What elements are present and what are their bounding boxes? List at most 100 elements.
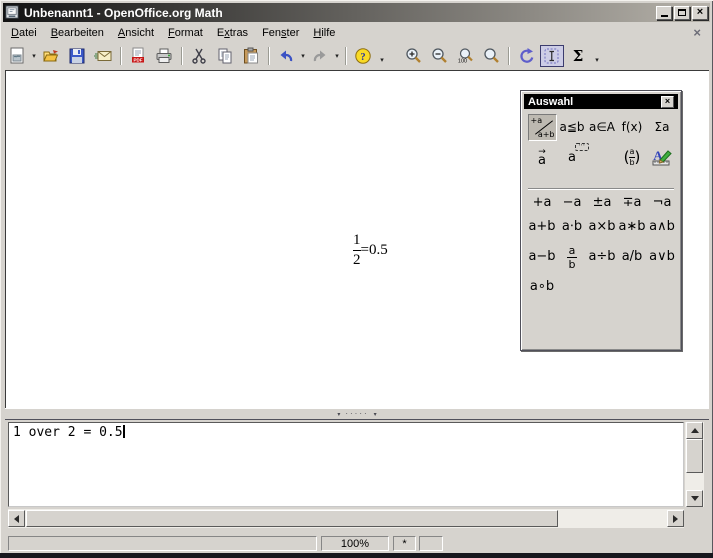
maximize-button[interactable] bbox=[674, 6, 690, 20]
copy-button[interactable] bbox=[213, 45, 237, 67]
toolbar-options-arrow[interactable]: ▾ bbox=[591, 45, 603, 67]
email-icon bbox=[94, 47, 112, 65]
symbol-cell[interactable]: −a bbox=[563, 195, 582, 210]
toolbar-options-arrow[interactable]: ▾ bbox=[376, 45, 388, 67]
status-zoom-field[interactable]: 100% bbox=[321, 536, 389, 551]
save-icon bbox=[68, 47, 86, 65]
text-caret bbox=[123, 425, 125, 438]
symbol-cell[interactable]: +a bbox=[533, 195, 552, 210]
undo-icon bbox=[277, 47, 295, 65]
category-relations[interactable]: a≦b bbox=[558, 114, 587, 141]
symbol-cell[interactable]: a∧b bbox=[649, 219, 675, 234]
symbol-cell[interactable]: ab bbox=[567, 243, 577, 270]
new-document-button[interactable] bbox=[5, 45, 29, 67]
export-pdf-button[interactable]: PDF bbox=[126, 45, 150, 67]
cut-button[interactable] bbox=[187, 45, 211, 67]
category-brackets[interactable]: ( a b ) bbox=[618, 144, 647, 171]
splitter-arrow-icon: ▾ bbox=[374, 411, 377, 418]
category-unary-binary-operators[interactable]: +a a+b bbox=[528, 114, 557, 141]
application-window: Unbenannt1 - OpenOffice.org Math × Datei… bbox=[0, 0, 713, 558]
formula-cursor-button[interactable] bbox=[540, 45, 564, 67]
toolbar-separator bbox=[268, 47, 269, 65]
new-dropdown-arrow[interactable]: ▾ bbox=[30, 52, 38, 60]
symbol-cell[interactable]: a∗b bbox=[618, 219, 645, 234]
print-button[interactable] bbox=[152, 45, 176, 67]
view-splitter[interactable]: ▾ ····· ▾ bbox=[5, 408, 709, 419]
category-formats[interactable]: A bbox=[648, 144, 677, 171]
redo-dropdown-arrow[interactable]: ▾ bbox=[333, 52, 341, 60]
category-operators[interactable]: Σa bbox=[648, 114, 677, 141]
close-icon: × bbox=[697, 7, 703, 18]
formula-denominator: 2 bbox=[353, 252, 361, 269]
undo-button[interactable] bbox=[274, 45, 298, 67]
scroll-left-button[interactable] bbox=[8, 510, 25, 527]
minimize-icon bbox=[661, 15, 668, 17]
selection-panel-titlebar[interactable]: Auswahl × bbox=[524, 94, 678, 109]
menu-item-ansicht[interactable]: Ansicht bbox=[111, 25, 161, 41]
menu-item-format[interactable]: Format bbox=[161, 25, 210, 41]
export-pdf-icon: PDF bbox=[129, 47, 147, 65]
scroll-right-button[interactable] bbox=[667, 510, 684, 527]
zoom-fit-button[interactable] bbox=[479, 45, 503, 67]
scroll-up-button[interactable] bbox=[686, 422, 703, 439]
symbol-cell[interactable]: a−b bbox=[528, 249, 555, 264]
menu-item-bearbeiten[interactable]: Bearbeiten bbox=[44, 25, 111, 41]
close-document-icon[interactable]: × bbox=[693, 25, 701, 40]
help-button[interactable]: ? bbox=[351, 45, 375, 67]
category-others[interactable]: a ''' bbox=[558, 144, 587, 171]
zoom-in-button[interactable] bbox=[401, 45, 425, 67]
category-set-operations[interactable]: a∈A bbox=[588, 114, 617, 141]
status-bar: 100% * bbox=[4, 534, 709, 553]
status-modified-field: * bbox=[393, 536, 416, 551]
symbol-cell[interactable]: a⋅b bbox=[562, 219, 582, 234]
paste-button[interactable] bbox=[239, 45, 263, 67]
menu-item-datei[interactable]: Datei bbox=[4, 25, 44, 41]
set-operations-icon: a∈A bbox=[589, 120, 615, 134]
undo-dropdown-arrow[interactable]: ▾ bbox=[299, 52, 307, 60]
formula-numerator: 1 bbox=[353, 232, 361, 249]
zoom-in-icon bbox=[404, 47, 422, 65]
horizontal-scrollbar[interactable] bbox=[8, 509, 684, 528]
open-button[interactable] bbox=[39, 45, 63, 67]
toolbar-separator bbox=[120, 47, 121, 65]
email-button[interactable] bbox=[91, 45, 115, 67]
symbol-cell[interactable]: a+b bbox=[528, 219, 555, 234]
symbol-cell[interactable]: a∘b bbox=[530, 279, 554, 294]
symbols-catalog-button[interactable]: Σ bbox=[566, 45, 590, 67]
vertical-scrollbar[interactable] bbox=[685, 422, 704, 507]
menu-item-fenster[interactable]: Fenster bbox=[255, 25, 306, 41]
scroll-down-button[interactable] bbox=[686, 490, 703, 507]
brackets-icon: ( a b ) bbox=[624, 148, 641, 167]
symbol-cell[interactable]: a÷b bbox=[588, 249, 615, 264]
svg-text:PDF: PDF bbox=[134, 57, 143, 62]
symbol-cell[interactable]: ±a bbox=[593, 195, 612, 210]
operators-icon: Σa bbox=[655, 120, 670, 134]
symbol-cell[interactable]: a/b bbox=[622, 249, 643, 264]
close-button[interactable]: × bbox=[692, 6, 708, 20]
redo-button[interactable] bbox=[308, 45, 332, 67]
symbol-cell[interactable]: ∓a bbox=[623, 195, 642, 210]
menu-item-extras[interactable]: Extras bbox=[210, 25, 255, 41]
symbol-cell[interactable]: a∨b bbox=[649, 249, 675, 264]
paste-icon bbox=[242, 47, 260, 65]
horizontal-scroll-thumb[interactable] bbox=[26, 510, 558, 527]
fraction-bar bbox=[353, 250, 361, 251]
zoom-100-icon: 100 bbox=[456, 47, 474, 65]
symbol-cell[interactable]: a×b bbox=[588, 219, 615, 234]
command-input[interactable]: 1 over 2 = 0.5 bbox=[8, 422, 684, 507]
category-functions[interactable]: f(x) bbox=[618, 114, 647, 141]
minimize-button[interactable] bbox=[656, 6, 672, 20]
selection-panel-close-button[interactable]: × bbox=[661, 96, 674, 108]
zoom-100-button[interactable]: 100 bbox=[453, 45, 477, 67]
status-field-main bbox=[8, 536, 317, 551]
sigma-icon: Σ bbox=[573, 47, 584, 65]
menu-item-hilfe[interactable]: Hilfe bbox=[306, 25, 342, 41]
zoom-out-button[interactable] bbox=[427, 45, 451, 67]
app-icon bbox=[5, 5, 20, 20]
help-icon: ? bbox=[354, 47, 372, 65]
vertical-scroll-thumb[interactable] bbox=[686, 439, 703, 473]
save-button[interactable] bbox=[65, 45, 89, 67]
refresh-button[interactable] bbox=[514, 45, 538, 67]
symbol-cell[interactable]: ¬a bbox=[653, 195, 672, 210]
category-attributes[interactable]: → a bbox=[528, 144, 557, 171]
